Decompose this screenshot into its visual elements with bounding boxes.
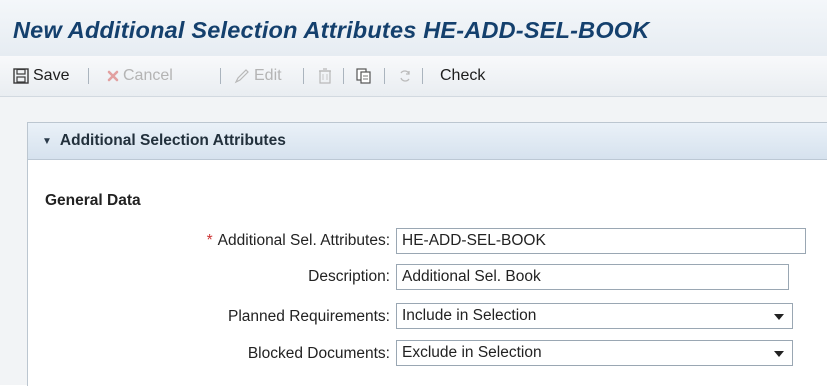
chevron-down-icon[interactable] [774, 351, 784, 357]
collapse-triangle-icon[interactable]: ▼ [42, 136, 52, 147]
chevron-down-icon[interactable] [774, 314, 784, 320]
copy-button[interactable] [356, 56, 372, 96]
cancel-icon [107, 70, 119, 82]
cancel-label: Cancel [123, 67, 173, 84]
save-label: Save [33, 67, 70, 84]
check-label: Check [440, 67, 486, 84]
description-label: Description: [308, 268, 390, 285]
copy-icon [356, 68, 371, 84]
edit-icon [234, 69, 249, 84]
edit-button[interactable]: Edit [234, 56, 282, 96]
additional-sel-attributes-label: * Additional Sel. Attributes: [206, 232, 390, 249]
save-button[interactable]: Save [13, 56, 69, 96]
toolbar-separator [343, 68, 344, 84]
description-field[interactable]: Additional Sel. Book [396, 264, 789, 290]
toolbar-separator [384, 68, 385, 84]
panel-title: Additional Selection Attributes [59, 132, 286, 149]
edit-label: Edit [254, 67, 282, 84]
delete-button[interactable] [318, 56, 332, 96]
planned-requirements-label: Planned Requirements: [228, 308, 390, 325]
toolbar-separator [88, 68, 89, 84]
planned-requirements-dropdown[interactable]: Include in Selection [396, 303, 793, 329]
blocked-documents-label: Blocked Documents: [247, 345, 390, 362]
toolbar-separator [303, 68, 304, 84]
panel-header[interactable]: ▼ Additional Selection Attributes [28, 123, 827, 160]
refresh-icon [400, 70, 410, 82]
additional-sel-attributes-field[interactable]: HE-ADD-SEL-BOOK [396, 228, 806, 254]
delete-icon [319, 68, 331, 84]
check-button[interactable]: Check [440, 56, 485, 96]
page-title: New Additional Selection Attributes HE-A… [13, 17, 650, 43]
title-bar: New Additional Selection Attributes HE-A… [0, 0, 827, 56]
toolbar: Save Cancel Edit Check [0, 56, 827, 97]
blocked-documents-dropdown[interactable]: Exclude in Selection [396, 340, 793, 366]
section-title: General Data [45, 192, 141, 209]
toolbar-separator [220, 68, 221, 84]
cancel-button[interactable]: Cancel [107, 56, 173, 96]
refresh-button[interactable] [398, 56, 412, 96]
toolbar-separator [422, 68, 423, 84]
save-icon [13, 68, 29, 84]
required-marker: * [206, 232, 213, 249]
